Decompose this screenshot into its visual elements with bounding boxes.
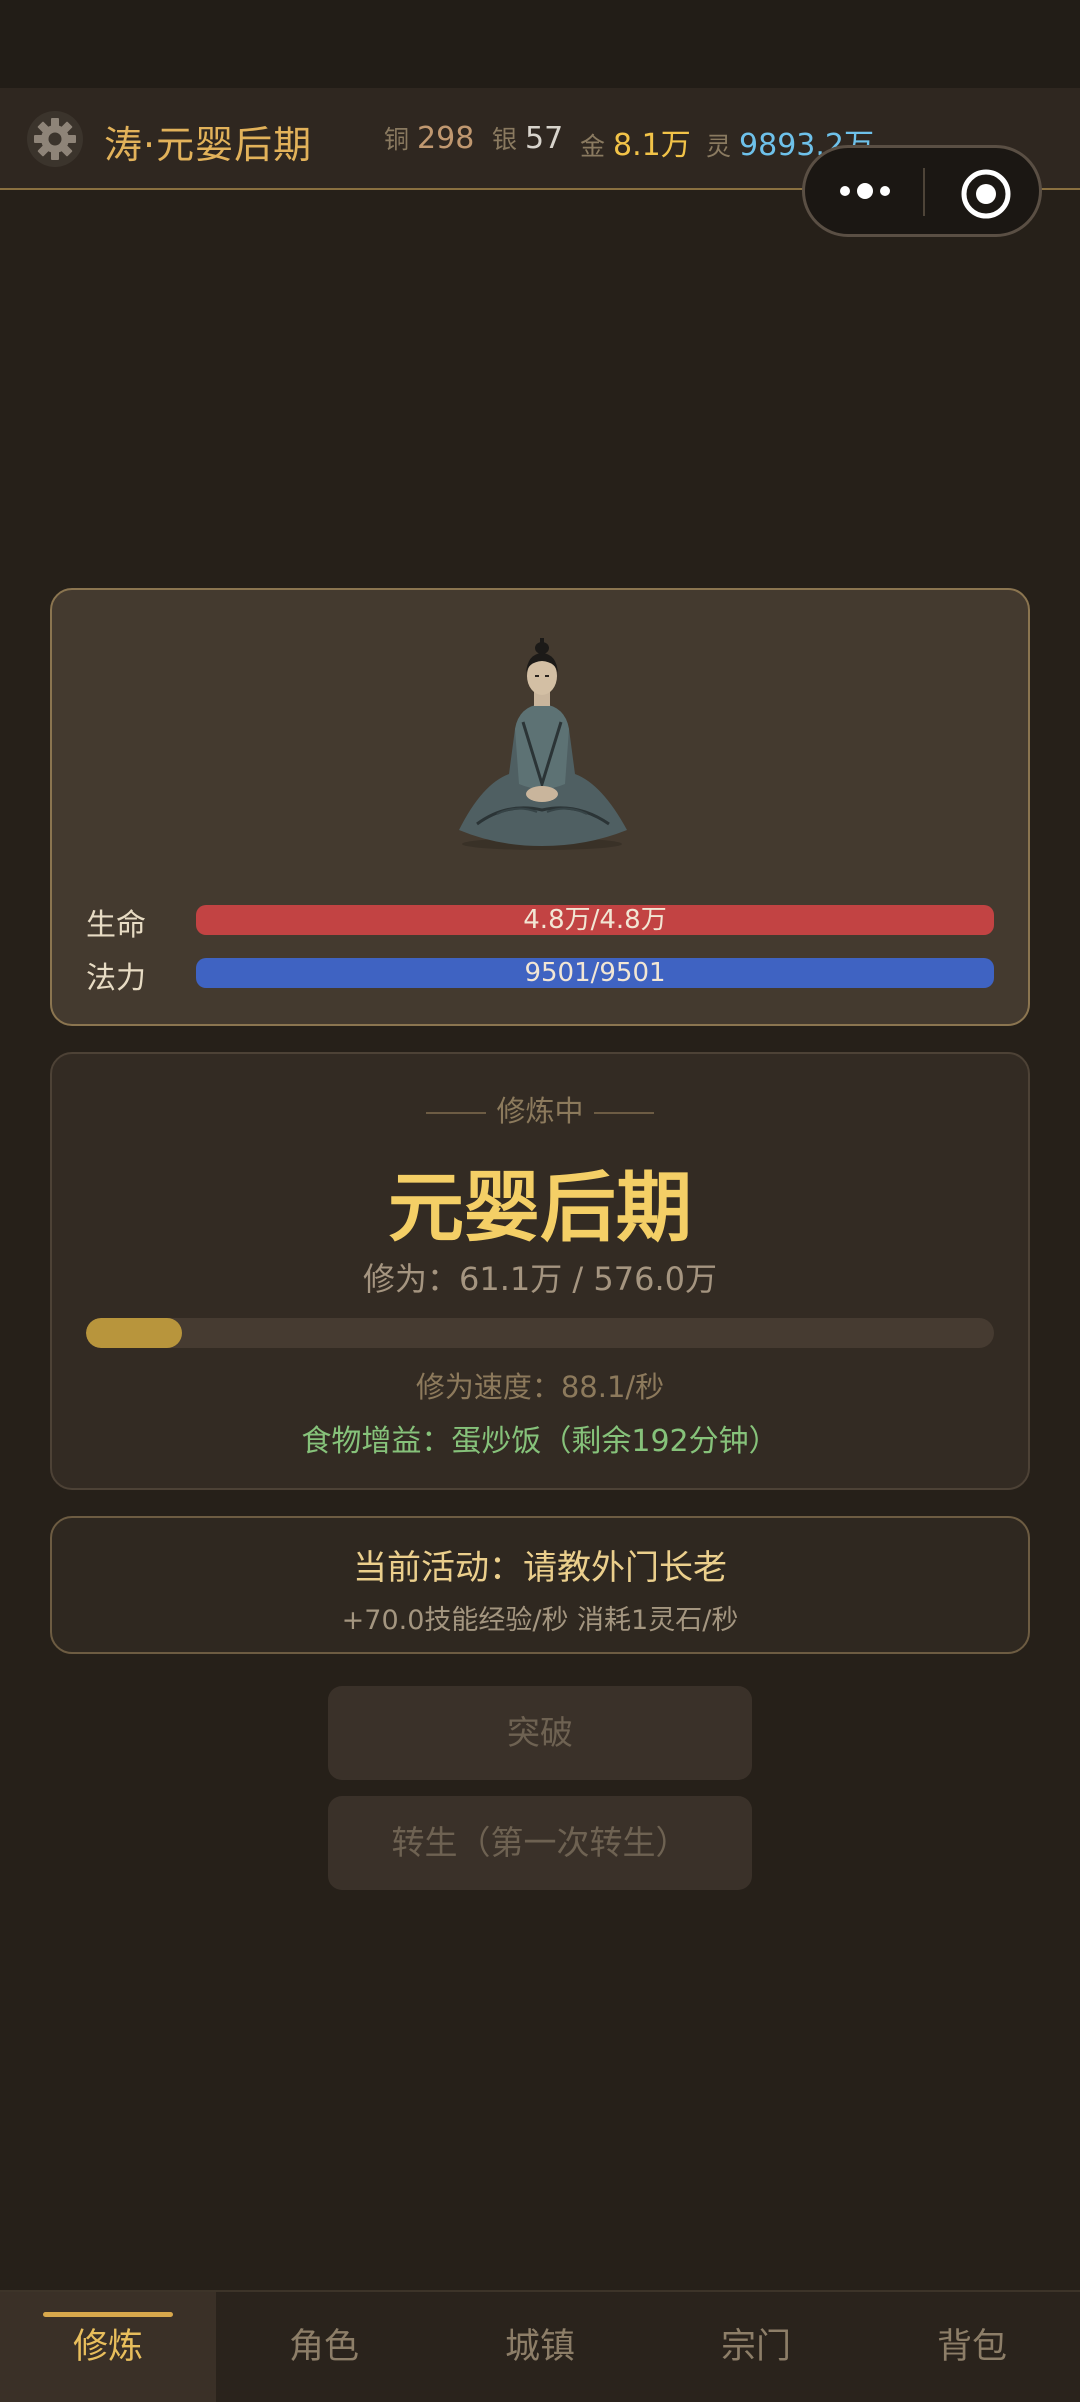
tab-character-label: 角色 (288, 2327, 359, 2367)
character-card: 生命 4.8万/4.8万 法力 9501/9501 (50, 588, 1030, 1026)
hp-value: 4.8万/4.8万 (523, 905, 667, 935)
status-bar (0, 0, 1080, 88)
spirit-label: 灵 (706, 132, 732, 161)
silver-value: 57 (525, 121, 564, 156)
divider-left (426, 1112, 487, 1114)
food-buff: 食物增益：蛋炒饭（剩余192分钟） (301, 1424, 779, 1459)
copper-label: 铜 (384, 125, 410, 154)
cultivation-progress-bar (86, 1318, 994, 1348)
gold-currency: 金 8.1万 (580, 120, 691, 164)
tab-town[interactable]: 城镇 (432, 2292, 648, 2402)
copper-value: 298 (417, 121, 475, 156)
cultivation-state: 修炼中 (52, 1088, 1028, 1130)
tab-cultivate[interactable]: 修炼 (0, 2292, 216, 2402)
hp-bar: 4.8万/4.8万 (196, 905, 994, 935)
gold-label: 金 (580, 132, 606, 161)
hp-label: 生命 (86, 908, 146, 943)
rebirth-button[interactable]: 转生（第一次转生） (328, 1796, 752, 1890)
breakthrough-button[interactable]: 突破 (328, 1686, 752, 1780)
silver-currency: 银 57 (492, 120, 563, 156)
more-icon[interactable] (835, 176, 895, 206)
player-title: 涛·元婴后期 (104, 123, 313, 167)
divider-right (593, 1112, 654, 1114)
mp-bar: 9501/9501 (196, 958, 994, 988)
gold-value: 8.1万 (613, 128, 691, 163)
cultivation-speed: 修为速度：88.1/秒 (415, 1370, 665, 1404)
gear-icon[interactable] (26, 110, 84, 168)
tab-cultivate-label: 修炼 (72, 2327, 143, 2367)
capsule-divider (923, 168, 925, 216)
silver-label: 银 (492, 125, 518, 154)
tab-backpack-label: 背包 (936, 2327, 1007, 2367)
close-target-icon[interactable] (960, 168, 1012, 220)
active-tab-indicator (43, 2312, 173, 2317)
activity-detail: +70.0技能经验/秒 消耗1灵石/秒 (341, 1605, 739, 1636)
tab-character[interactable]: 角色 (216, 2292, 432, 2402)
activity-title: 当前活动：请教外门长老 (353, 1548, 727, 1588)
cultivation-progress-text: 修为：61.1万 / 576.0万 (363, 1260, 717, 1298)
tab-backpack[interactable]: 背包 (864, 2292, 1080, 2402)
miniprogram-capsule (802, 145, 1042, 237)
tab-town-label: 城镇 (504, 2327, 575, 2367)
mp-label: 法力 (86, 961, 146, 996)
activity-card[interactable]: 当前活动：请教外门长老 +70.0技能经验/秒 消耗1灵石/秒 (50, 1516, 1030, 1654)
tab-sect[interactable]: 宗门 (648, 2292, 864, 2402)
realm-title: 元婴后期 (388, 1163, 692, 1252)
mp-row: 法力 9501/9501 (86, 956, 994, 996)
cultivation-card: 修炼中 元婴后期 修为：61.1万 / 576.0万 修为速度：88.1/秒 食… (50, 1052, 1030, 1490)
hp-row: 生命 4.8万/4.8万 (86, 903, 994, 943)
bottom-nav: 修炼 角色 城镇 宗门 背包 (0, 2290, 1080, 2402)
tab-sect-label: 宗门 (720, 2327, 791, 2367)
cultivation-state-text: 修炼中 (496, 1094, 584, 1128)
cultivation-progress-fill (86, 1318, 183, 1348)
copper-currency: 铜 298 (384, 120, 474, 156)
mp-value: 9501/9501 (524, 958, 666, 988)
meditating-cultivator-portrait (459, 638, 627, 850)
